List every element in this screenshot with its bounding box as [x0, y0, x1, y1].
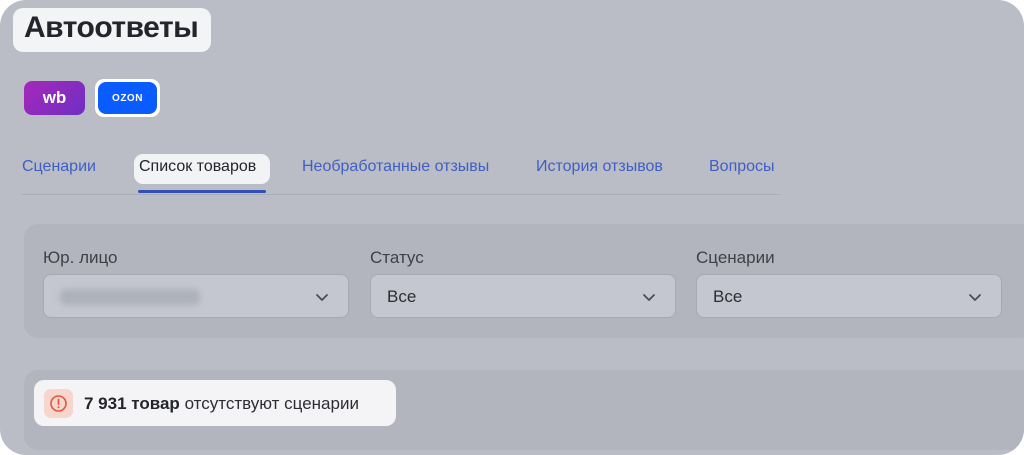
- scenarios-label: Сценарии: [696, 248, 775, 267]
- notice-message: отсутствуют сценарии: [184, 394, 359, 413]
- scenarios-value: Все: [713, 287, 743, 306]
- ozon-logo: OZON: [112, 92, 143, 104]
- notice-text: 7 931 товар отсутствуют сценарии: [84, 394, 359, 414]
- tab-review-history[interactable]: История отзывов: [536, 158, 663, 176]
- legal-entity-value-blurred: [60, 289, 200, 305]
- notice-count: 7 931 товар: [84, 394, 180, 413]
- alert-circle-icon: [44, 389, 73, 418]
- marketplace-ozon-button[interactable]: OZON: [98, 82, 157, 114]
- tabs-divider: [22, 194, 780, 195]
- status-select[interactable]: Все: [370, 274, 676, 318]
- missing-scenarios-notice: 7 931 товар отсутствуют сценарии: [34, 380, 396, 426]
- app-frame: Автоответы wb OZON Сценарии Список товар…: [0, 0, 1024, 455]
- legal-entity-label: Юр. лицо: [43, 248, 118, 267]
- marketplace-wb-button[interactable]: wb: [24, 81, 85, 115]
- page-title: Автоответы: [24, 11, 199, 44]
- tab-scenarios[interactable]: Сценарии: [22, 158, 96, 176]
- legal-entity-select[interactable]: [43, 274, 349, 318]
- tab-product-list[interactable]: Список товаров: [139, 158, 256, 176]
- active-tab-underline: [138, 190, 266, 193]
- chevron-down-icon: [643, 294, 655, 301]
- tab-questions[interactable]: Вопросы: [709, 158, 775, 176]
- status-label: Статус: [370, 248, 424, 267]
- status-value: Все: [387, 287, 417, 306]
- tab-unprocessed-reviews[interactable]: Необработанные отзывы: [302, 158, 489, 176]
- chevron-down-icon: [316, 294, 328, 301]
- chevron-down-icon: [969, 294, 981, 301]
- scenarios-select[interactable]: Все: [696, 274, 1002, 318]
- wb-logo: wb: [42, 88, 67, 107]
